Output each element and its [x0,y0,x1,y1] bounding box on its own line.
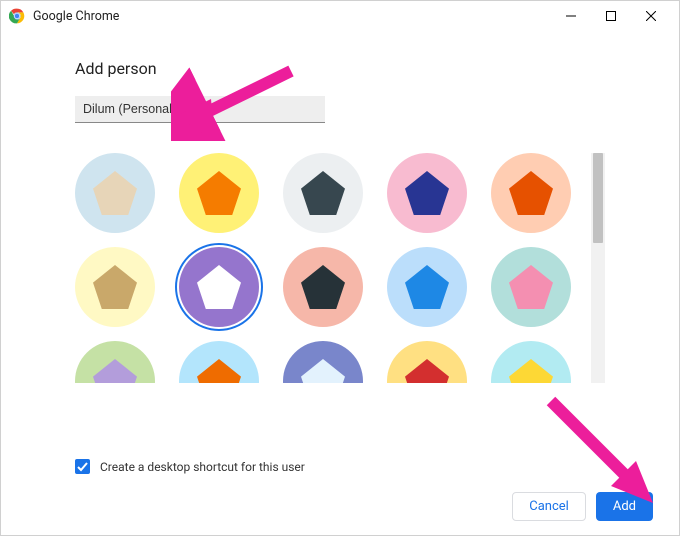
avatar-grid [75,153,585,383]
avatar-origami-rabbit[interactable] [491,247,571,327]
maximize-button[interactable] [591,1,631,31]
titlebar: Google Chrome [1,1,679,31]
avatar-origami-unicorn[interactable] [75,341,155,383]
avatar-origami-elephant[interactable] [387,153,467,233]
dialog-heading: Add person [75,59,605,78]
close-button[interactable] [631,1,671,31]
avatar-origami-bicycle[interactable] [283,341,363,383]
button-row: Cancel Add [75,492,653,521]
avatar-origami-panda[interactable] [179,247,259,327]
avatar-origami-basketball[interactable] [179,341,259,383]
avatar-origami-fox[interactable] [179,153,259,233]
chrome-logo-icon [9,8,25,24]
avatar-origami-cat[interactable] [75,153,155,233]
avatar-origami-bird[interactable] [387,341,467,383]
avatar-origami-butterfly[interactable] [387,247,467,327]
minimize-button[interactable] [551,1,591,31]
shortcut-label: Create a desktop shortcut for this user [100,460,305,474]
avatar-scroll[interactable] [75,153,585,383]
avatar-origami-cheese[interactable] [491,341,571,383]
avatar-origami-monkey[interactable] [75,247,155,327]
avatar-origami-penguin[interactable] [283,247,363,327]
cancel-button[interactable]: Cancel [512,492,586,521]
avatar-origami-dinosaur[interactable] [491,153,571,233]
shortcut-row[interactable]: Create a desktop shortcut for this user [75,459,653,474]
avatar-origami-dragon[interactable] [283,153,363,233]
bottom-bar: Create a desktop shortcut for this user … [1,459,679,521]
scrollbar-thumb[interactable] [593,153,603,243]
add-button[interactable]: Add [596,492,653,521]
avatar-area [75,153,605,383]
shortcut-checkbox[interactable] [75,459,90,474]
dialog-content: Add person [1,31,679,383]
window-title: Google Chrome [33,9,119,24]
profile-name-input[interactable] [75,96,325,123]
avatar-scrollbar[interactable] [591,153,605,383]
